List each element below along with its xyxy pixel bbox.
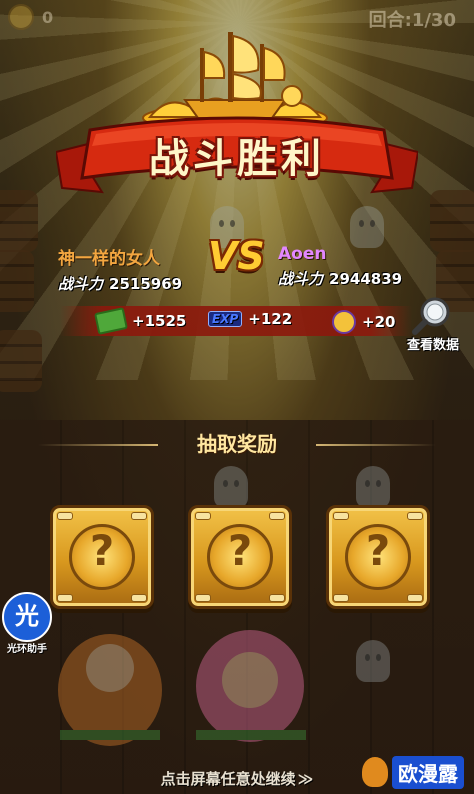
player-right-power: 2944839 <box>329 270 403 288</box>
divider-line <box>38 444 158 446</box>
power-label: 战斗力 <box>58 275 104 293</box>
bone-decoration <box>195 512 211 520</box>
money-icon <box>94 307 128 335</box>
reward-exp: EXP +122 <box>208 310 292 328</box>
player-left-power: 2515969 <box>109 275 183 293</box>
battle-result-screen[interactable]: 0 回合:1/30 战斗胜利 神一样的女人 战斗力 2515969 VS Aoen <box>0 0 474 794</box>
player-left-power-row: 战斗力 2515969 <box>58 273 182 294</box>
exp-icon: EXP <box>208 311 243 327</box>
bone-decoration <box>57 594 73 602</box>
player-right-name: Aoen <box>278 244 327 264</box>
mystery-card-3[interactable]: ? <box>326 505 430 609</box>
bone-decoration <box>333 512 349 520</box>
reward-bar: +1525 EXP +122 +20 <box>60 306 412 336</box>
watermark-caption: 光环助手 <box>7 644 47 655</box>
watermark-left: 光 光环助手 <box>2 592 52 655</box>
reward-money-value: +1525 <box>132 312 187 330</box>
question-icon: ? <box>227 526 253 575</box>
badge-icon <box>332 310 356 334</box>
divider-line <box>316 444 436 446</box>
question-icon: ? <box>365 526 391 575</box>
reward-badge-value: +20 <box>362 313 396 331</box>
power-label: 战斗力 <box>278 270 324 288</box>
view-data-label: 查看数据 <box>406 338 459 353</box>
player-left: 神一样的女人 战斗力 2515969 <box>58 244 182 294</box>
player-right-power-row: 战斗力 2944839 <box>278 268 402 289</box>
player-left-name: 神一样的女人 <box>58 249 160 269</box>
watermark-right: 欧漫露 <box>362 752 472 792</box>
question-icon: ? <box>89 526 115 575</box>
bone-decoration <box>407 512 423 520</box>
bone-decoration <box>195 594 211 602</box>
watermark-glyph: 光 <box>2 592 52 642</box>
vs-label: VS <box>208 234 265 278</box>
reward-money: +1525 <box>94 307 187 335</box>
bone-decoration <box>269 594 285 602</box>
double-chevron-icon: ≫ <box>297 770 314 788</box>
reward-badge: +20 <box>332 310 395 334</box>
coin-icon <box>8 4 34 30</box>
player-right: Aoen 战斗力 2944839 <box>278 244 402 289</box>
fox-logo-icon <box>362 757 388 787</box>
mystery-card-2[interactable]: ? <box>188 505 292 609</box>
bone-decoration <box>131 594 147 602</box>
watermark-right-text: 欧漫露 <box>392 755 464 789</box>
magnifier-icon <box>412 297 450 335</box>
bone-decoration <box>333 594 349 602</box>
bone-decoration <box>269 512 285 520</box>
mystery-card-1[interactable]: ? <box>50 505 154 609</box>
character-silhouettes <box>58 630 306 746</box>
bone-decoration <box>131 512 147 520</box>
bone-decoration <box>407 594 423 602</box>
continue-text: 点击屏幕任意处继续 <box>160 770 296 788</box>
draw-reward-title: 抽取奖励 <box>197 432 277 456</box>
bone-decoration <box>57 512 73 520</box>
round-counter: 回合:1/30 <box>368 10 456 31</box>
hud-coins: 0 <box>8 4 53 30</box>
reward-exp-value: +122 <box>248 310 293 328</box>
victory-banner <box>56 116 418 194</box>
hud-coin-count: 0 <box>42 7 54 27</box>
view-data-button[interactable]: 查看数据 <box>398 296 468 353</box>
